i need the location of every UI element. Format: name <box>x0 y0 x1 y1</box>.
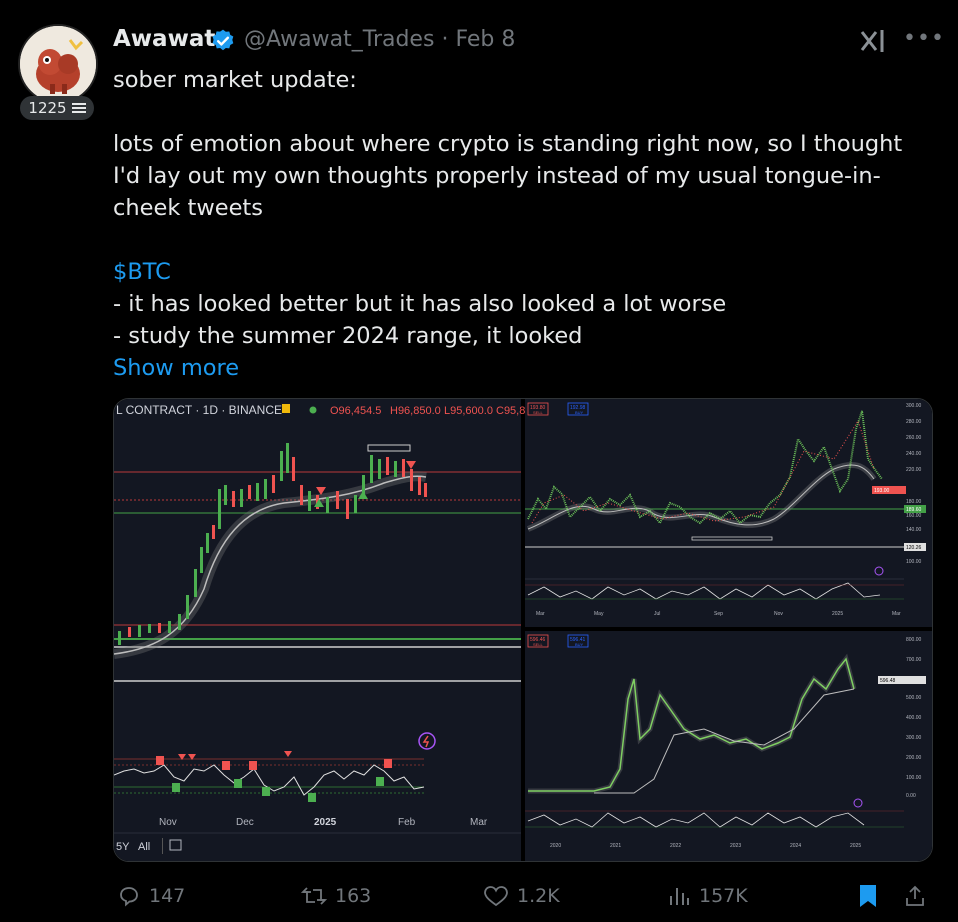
rt-green-tag: 189.60 <box>906 507 922 513</box>
rt-sell-word: SELL <box>533 410 544 415</box>
rt-price-tag: 193.00 <box>874 488 890 494</box>
chart-collage: L CONTRACT · 1D · BINANCE O96,454.5 H96,… <box>114 399 932 861</box>
right-top-chart[interactable]: 193.80 SELL 192.98 BUY 300.00 280.00 260… <box>525 399 932 627</box>
like-count: 1.2K <box>517 885 560 907</box>
post-line-1: sober market update: <box>113 67 357 93</box>
svg-text:100.00: 100.00 <box>906 559 922 565</box>
share-icon <box>906 885 924 906</box>
more-options-icon[interactable]: ••• <box>903 26 945 51</box>
author-handle[interactable]: @Awawat_Trades <box>244 27 434 52</box>
rb-price-tag: 596.48 <box>880 678 896 684</box>
reply-count: 147 <box>149 885 186 907</box>
svg-text:180.00: 180.00 <box>906 499 922 505</box>
svg-text:May: May <box>594 611 604 617</box>
rt-buy-word: BUY <box>575 410 584 415</box>
right-bottom-chart[interactable]: 596.46 SELL 596.41 BUY 800.00 700.00 500… <box>525 631 932 861</box>
svg-text:2025: 2025 <box>832 611 843 617</box>
svg-text:500.00: 500.00 <box>906 695 922 701</box>
post-body: sober market update: lots of emotion abo… <box>113 64 933 384</box>
svg-text:260.00: 260.00 <box>906 435 922 441</box>
like-button[interactable]: 1.2K <box>483 876 560 916</box>
subscriber-count: 1225 <box>28 99 67 117</box>
post-actions: 147 163 1.2K 157K <box>113 876 933 916</box>
avatar[interactable] <box>18 24 98 104</box>
left-chart-open: O96,454.5 <box>330 405 381 417</box>
svg-text:Mar: Mar <box>892 611 901 617</box>
views-button[interactable]: 157K <box>667 876 748 916</box>
left-chart-low: L95,600.0 <box>444 405 493 417</box>
author-name[interactable]: Awawat <box>113 26 215 52</box>
rt-white-tag: 120.26 <box>906 545 922 551</box>
cashtag-link[interactable]: $BTC <box>113 256 933 288</box>
bookmark-icon <box>860 885 876 907</box>
range-button-5y[interactable]: 5Y <box>116 841 130 853</box>
left-chart[interactable]: L CONTRACT · 1D · BINANCE O96,454.5 H96,… <box>114 399 525 861</box>
svg-text:Mar: Mar <box>536 611 545 617</box>
list-icon <box>71 103 86 113</box>
author-handle-and-date: @Awawat_Trades · Feb 8 <box>244 27 515 52</box>
svg-text:300.00: 300.00 <box>906 403 922 409</box>
svg-text:2021: 2021 <box>610 843 621 849</box>
left-chart-close: C95,8 <box>496 405 525 417</box>
grok-icon[interactable] <box>858 28 888 54</box>
left-x-tick-3: 2025 <box>314 817 337 828</box>
svg-text:100.00: 100.00 <box>906 775 922 781</box>
svg-text:2024: 2024 <box>790 843 801 849</box>
svg-text:160.00: 160.00 <box>906 513 922 519</box>
left-chart-high: H96,850.0 <box>390 405 441 417</box>
svg-text:700.00: 700.00 <box>906 657 922 663</box>
bookmark-button[interactable] <box>857 876 879 916</box>
svg-text:200.00: 200.00 <box>906 755 922 761</box>
repost-count: 163 <box>335 885 372 907</box>
svg-text:Sep: Sep <box>714 611 723 617</box>
svg-text:140.00: 140.00 <box>906 527 922 533</box>
rb-sell-word: SELL <box>533 642 544 647</box>
svg-text:Nov: Nov <box>774 611 783 617</box>
subscriber-badge[interactable]: 1225 <box>20 96 94 120</box>
svg-text:400.00: 400.00 <box>906 715 922 721</box>
post-media[interactable]: L CONTRACT · 1D · BINANCE O96,454.5 H96,… <box>113 398 933 862</box>
svg-text:300.00: 300.00 <box>906 735 922 741</box>
range-button-all[interactable]: All <box>138 841 150 853</box>
left-x-tick-5: Mar <box>470 817 488 828</box>
repost-icon <box>301 887 327 905</box>
svg-text:2023: 2023 <box>730 843 741 849</box>
heart-icon <box>484 886 508 907</box>
svg-text:Jul: Jul <box>654 611 660 617</box>
left-x-tick-2: Dec <box>236 817 254 828</box>
left-chart-symbol: L CONTRACT · 1D · BINANCE <box>116 403 282 417</box>
svg-text:220.00: 220.00 <box>906 467 922 473</box>
show-more-link[interactable]: Show more <box>113 352 933 384</box>
svg-text:2020: 2020 <box>550 843 561 849</box>
svg-text:2022: 2022 <box>670 843 681 849</box>
post-bullet-1: - it has looked better but it has also l… <box>113 291 727 317</box>
left-x-tick-4: Feb <box>398 817 416 828</box>
post-date[interactable]: Feb 8 <box>455 27 515 52</box>
views-icon <box>670 888 689 905</box>
svg-text:280.00: 280.00 <box>906 419 922 425</box>
rb-buy-word: BUY <box>575 642 584 647</box>
svg-text:0.00: 0.00 <box>906 793 916 799</box>
separator: · <box>441 27 449 52</box>
rb-y-axis: 800.00 700.00 500.00 400.00 300.00 200.0… <box>906 637 922 799</box>
reply-icon <box>120 887 138 907</box>
post-bullet-2: - study the summer 2024 range, it looked <box>113 323 583 349</box>
verified-icon <box>212 29 234 51</box>
svg-text:2025: 2025 <box>850 843 861 849</box>
svg-text:240.00: 240.00 <box>906 451 922 457</box>
repost-button[interactable]: 163 <box>301 876 371 916</box>
share-button[interactable] <box>903 876 927 916</box>
reply-button[interactable]: 147 <box>117 876 185 916</box>
avatar-image <box>20 26 96 102</box>
svg-text:800.00: 800.00 <box>906 637 922 643</box>
post-line-2: lots of emotion about where crypto is st… <box>113 131 903 221</box>
views-count: 157K <box>699 885 748 907</box>
left-x-tick-1: Nov <box>159 817 177 828</box>
